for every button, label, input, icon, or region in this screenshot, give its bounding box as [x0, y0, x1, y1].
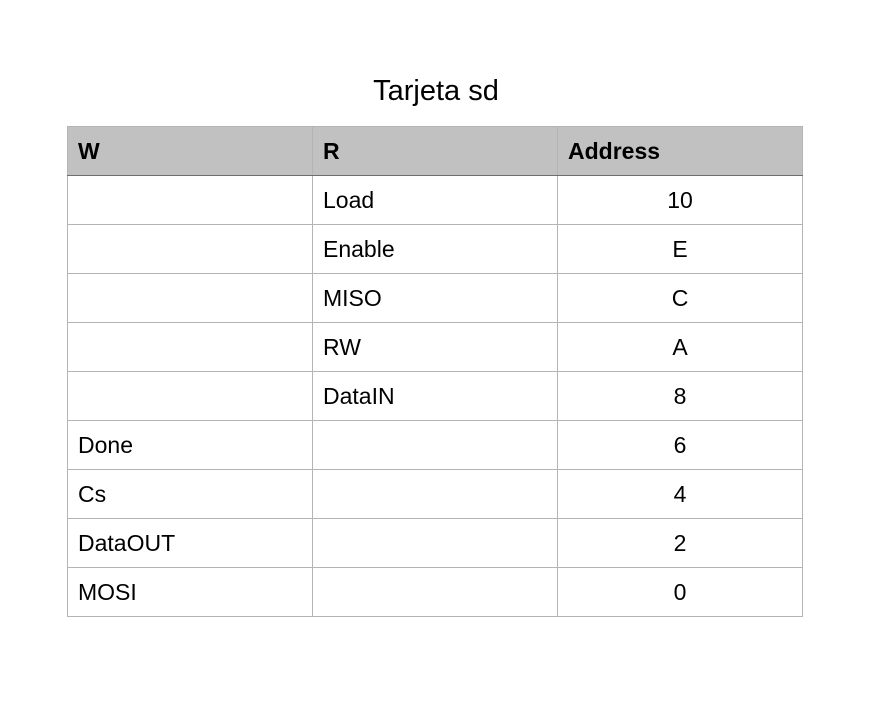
table-row: DataOUT 2 — [67, 518, 803, 568]
cell-r: RW — [312, 322, 558, 372]
cell-address: 4 — [557, 469, 803, 519]
cell-w: MOSI — [67, 567, 313, 617]
column-header-w: W — [67, 126, 313, 176]
table-row: Done 6 — [67, 420, 803, 470]
table-row: Cs 4 — [67, 469, 803, 519]
cell-w: DataOUT — [67, 518, 313, 568]
cell-address: 6 — [557, 420, 803, 470]
cell-w — [67, 322, 313, 372]
register-table: W R Address Load 10 Enable E MISO C RW A… — [67, 126, 803, 617]
column-header-r: R — [312, 126, 558, 176]
cell-w — [67, 273, 313, 323]
table-row: DataIN 8 — [67, 371, 803, 421]
cell-r — [312, 420, 558, 470]
cell-w — [67, 224, 313, 274]
cell-w — [67, 175, 313, 225]
cell-address: 0 — [557, 567, 803, 617]
table-row: RW A — [67, 322, 803, 372]
cell-r: MISO — [312, 273, 558, 323]
cell-w: Done — [67, 420, 313, 470]
cell-r — [312, 469, 558, 519]
cell-address: C — [557, 273, 803, 323]
table-row: MOSI 0 — [67, 567, 803, 617]
cell-r: DataIN — [312, 371, 558, 421]
table-header-row: W R Address — [67, 126, 803, 176]
cell-r — [312, 518, 558, 568]
column-header-address: Address — [557, 126, 803, 176]
page-title: Tarjeta sd — [373, 75, 499, 107]
cell-r: Enable — [312, 224, 558, 274]
cell-address: 8 — [557, 371, 803, 421]
cell-r — [312, 567, 558, 617]
table-row: Load 10 — [67, 175, 803, 225]
cell-address: E — [557, 224, 803, 274]
table-row: Enable E — [67, 224, 803, 274]
cell-address: A — [557, 322, 803, 372]
cell-w: Cs — [67, 469, 313, 519]
cell-w — [67, 371, 313, 421]
cell-address: 2 — [557, 518, 803, 568]
cell-r: Load — [312, 175, 558, 225]
table-row: MISO C — [67, 273, 803, 323]
cell-address: 10 — [557, 175, 803, 225]
